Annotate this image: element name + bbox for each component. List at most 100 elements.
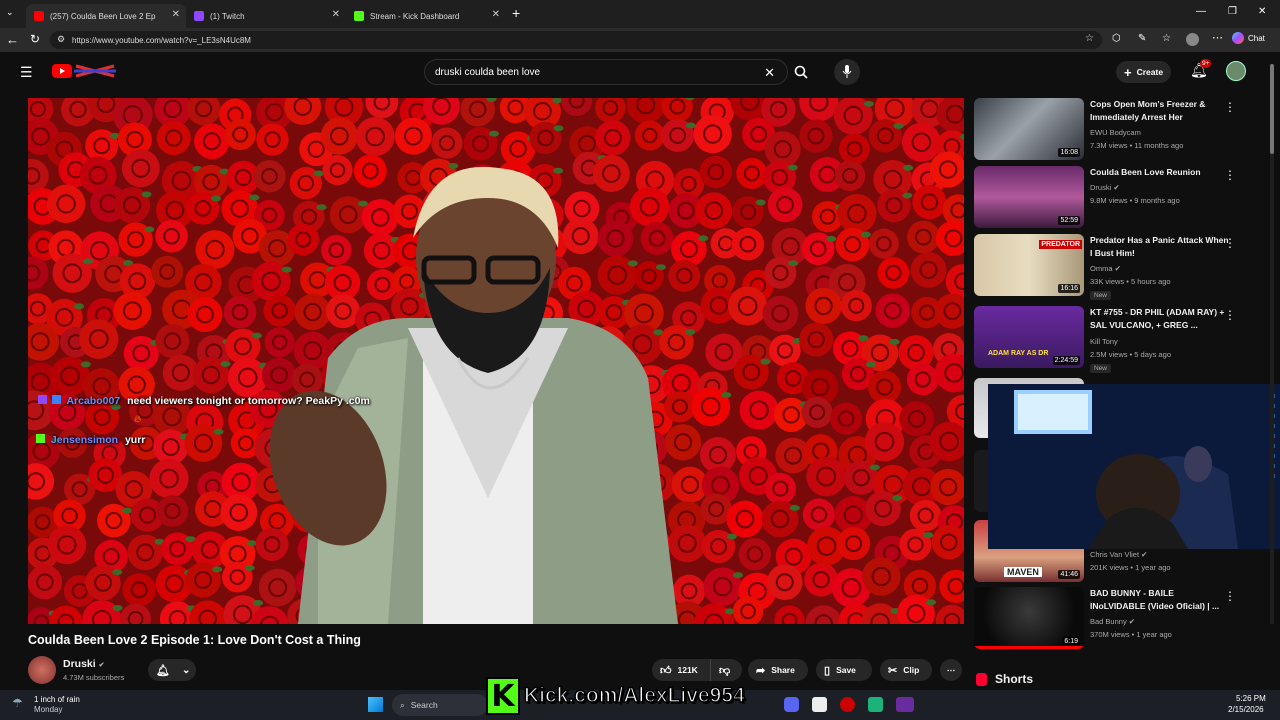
recommendation-item[interactable]: PREDATOR 16:16 Predator Has a Panic Atta… xyxy=(974,234,1264,300)
app-icon[interactable] xyxy=(812,697,827,712)
obs-icon[interactable] xyxy=(840,697,855,712)
youtube-header: ☰ druski coulda been love ✕ + Create 🔔︎ … xyxy=(0,52,1280,92)
duration-badge: 52:59 xyxy=(1058,216,1080,225)
copilot-chat-button[interactable]: Chat xyxy=(1232,32,1265,44)
video-thumbnail[interactable]: 52:59 xyxy=(974,166,1084,228)
video-thumbnail[interactable]: 16:08 xyxy=(974,98,1084,160)
page-scrollbar[interactable] xyxy=(1270,64,1274,624)
channel-name-text: Druski xyxy=(63,658,96,670)
tab-list-chevron-icon[interactable]: ⌄ xyxy=(6,7,14,18)
notifications-button[interactable]: 🔔︎ 9+ xyxy=(1190,59,1212,79)
recommendation-title[interactable]: BAD BUNNY - BAILE INoLVIDABLE (Video Ofi… xyxy=(1090,587,1230,613)
recommendation-title[interactable]: KT #755 - DR PHIL (ADAM RAY) + SAL VULCA… xyxy=(1090,306,1230,332)
recommendation-channel[interactable]: Omma ✔ xyxy=(1090,264,1121,273)
recommendation-item[interactable]: 6:19 BAD BUNNY - BAILE INoLVIDABLE (Vide… xyxy=(974,587,1264,651)
browser-tab-bar: ⌄ (257) Coulda Been Love 2 Ep ✕ (1) Twit… xyxy=(0,0,1280,28)
video-thumbnail[interactable]: PREDATOR 16:16 xyxy=(974,234,1084,296)
video-player[interactable] xyxy=(28,98,964,624)
close-tab-icon[interactable]: ✕ xyxy=(172,9,180,20)
address-bar[interactable]: ⚙ https://www.youtube.com/watch?v=_LE3sN… xyxy=(50,31,1102,49)
site-info-icon[interactable]: ⚙ xyxy=(57,34,65,45)
subscriber-count: 4.73M subscribers xyxy=(63,673,125,682)
copilot-icon xyxy=(1232,32,1244,44)
clock-time[interactable]: 5:26 PM xyxy=(1236,694,1266,703)
tab-twitch-label: (1) Twitch xyxy=(210,11,245,21)
search-button[interactable] xyxy=(786,59,816,85)
shorts-icon xyxy=(976,672,987,686)
close-tab-icon[interactable]: ✕ xyxy=(332,9,340,20)
shorts-header[interactable]: Shorts xyxy=(976,672,1033,686)
video-thumbnail[interactable]: ADAM RAY AS DR 2:24:59 xyxy=(974,306,1084,368)
duration-badge: 6:19 xyxy=(1062,637,1080,646)
create-button[interactable]: + Create xyxy=(1116,61,1172,83)
app-icon[interactable] xyxy=(868,697,883,712)
recommendation-item[interactable]: ADAM RAY AS DR 2:24:59 KT #755 - DR PHIL… xyxy=(974,306,1264,373)
clear-search-icon[interactable]: ✕ xyxy=(764,65,775,81)
voice-search-button[interactable] xyxy=(834,59,860,85)
shorts-label: Shorts xyxy=(995,672,1034,686)
chevron-down-icon: ⌄ xyxy=(181,664,191,676)
save-button[interactable]: ▯ Save xyxy=(816,659,872,681)
more-actions-icon[interactable]: ⋮ xyxy=(1224,589,1236,603)
webcam-overlay xyxy=(988,384,1280,549)
subscribed-notifications-button[interactable]: 🔔︎ ⌄ xyxy=(148,659,196,681)
recommendation-item[interactable]: 52:59 Coulda Been Love Reunion Druski ✔ … xyxy=(974,166,1264,230)
recommendation-channel[interactable]: Kill Tony xyxy=(1090,337,1118,346)
overlay-chat-line: Arcabo007 need viewers tonight or tomorr… xyxy=(38,395,370,407)
minimize-icon[interactable]: — xyxy=(1196,6,1206,17)
fire-emoji-icon: 🔥︎ xyxy=(134,414,142,425)
recommendation-channel[interactable]: Druski ✔ xyxy=(1090,183,1120,192)
channel-avatar[interactable] xyxy=(28,656,56,684)
more-actions-icon[interactable]: ⋮ xyxy=(1224,236,1236,250)
maximize-icon[interactable]: ❐ xyxy=(1228,6,1237,17)
reload-icon[interactable]: ↻ xyxy=(30,32,40,46)
search-input[interactable]: druski coulda been love ✕ xyxy=(424,59,788,85)
recommendation-channel[interactable]: Bad Bunny ✔ xyxy=(1090,617,1135,626)
scrollbar-thumb[interactable] xyxy=(1270,64,1274,154)
tab-youtube[interactable]: (257) Coulda Been Love 2 Ep ✕ xyxy=(26,4,186,28)
bookmark-star-icon[interactable]: ☆ xyxy=(1085,33,1094,44)
close-window-icon[interactable]: ✕ xyxy=(1258,6,1266,17)
recommendation-title[interactable]: Predator Has a Panic Attack When I Bust … xyxy=(1090,234,1230,260)
recommendation-channel[interactable]: EWU Bodycam xyxy=(1090,128,1141,137)
share-button[interactable]: ➦ Share xyxy=(748,659,808,681)
new-badge: New xyxy=(1090,291,1112,300)
recommendation-item[interactable]: 16:08 Cops Open Mom's Freezer & Immediat… xyxy=(974,98,1264,162)
recommendation-channel[interactable]: Chris Van Vliet ✔ xyxy=(1090,550,1147,559)
new-tab-icon[interactable]: + xyxy=(512,5,520,21)
extensions-icon[interactable]: ⬡ xyxy=(1112,33,1121,44)
progress-bar xyxy=(974,646,1084,649)
weather-title[interactable]: 1 inch of rain xyxy=(34,695,80,704)
back-icon[interactable]: ← xyxy=(6,32,19,47)
more-actions-icon[interactable]: ⋮ xyxy=(1224,168,1236,182)
video-thumbnail[interactable]: 6:19 xyxy=(974,587,1084,649)
recommendation-title[interactable]: Coulda Been Love Reunion xyxy=(1090,166,1230,179)
channel-name: Omma xyxy=(1090,264,1113,273)
app-icon[interactable] xyxy=(896,697,914,712)
tab-twitch[interactable]: (1) Twitch ✕ xyxy=(186,4,346,28)
more-horizontal-icon: ⋯ xyxy=(946,664,956,675)
kick-icon xyxy=(354,11,364,21)
account-avatar[interactable] xyxy=(1226,61,1246,81)
url-text: https://www.youtube.com/watch?v=_LE3sN4U… xyxy=(72,35,251,45)
clip-button[interactable]: ✂ Clip xyxy=(880,659,932,681)
more-actions-icon[interactable]: ⋮ xyxy=(1224,308,1236,322)
windows-start-icon[interactable] xyxy=(368,697,383,712)
channel-name[interactable]: Druski ✔ xyxy=(63,658,104,670)
taskbar-search[interactable]: ⌕ Search xyxy=(392,694,488,716)
browser-menu-icon[interactable]: ⋯ xyxy=(1212,31,1223,44)
recommendation-title[interactable]: Cops Open Mom's Freezer & Immediately Ar… xyxy=(1090,98,1230,124)
hamburger-menu-icon[interactable]: ☰ xyxy=(20,64,33,81)
profile-avatar-icon[interactable] xyxy=(1186,33,1199,46)
video-title: Coulda Been Love 2 Episode 1: Love Don't… xyxy=(28,633,361,647)
discord-icon[interactable] xyxy=(784,697,799,712)
more-actions-icon[interactable]: ⋮ xyxy=(1224,100,1236,114)
close-tab-icon[interactable]: ✕ xyxy=(492,9,500,20)
thumbs-down-icon: 👎︎ xyxy=(719,664,731,677)
youtube-logo[interactable] xyxy=(52,64,116,79)
more-actions-button[interactable]: ⋯ xyxy=(940,659,962,681)
collections-icon[interactable]: ☆ xyxy=(1162,33,1171,44)
tab-kick[interactable]: Stream - Kick Dashboard ✕ xyxy=(346,4,506,28)
favorites-icon[interactable]: ✎ xyxy=(1138,33,1146,44)
duration-badge: 16:08 xyxy=(1058,148,1080,157)
